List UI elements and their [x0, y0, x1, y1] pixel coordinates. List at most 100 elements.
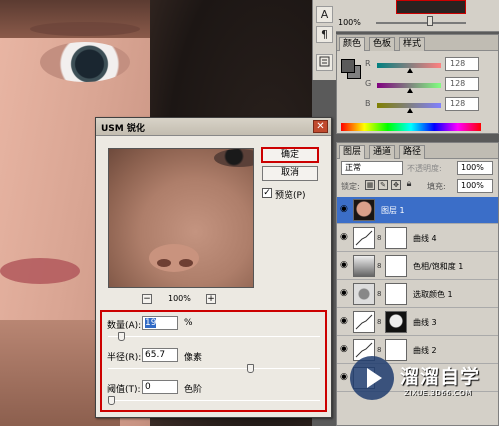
layer-row[interactable]: ◉ 8 选取颜色 1: [337, 281, 498, 308]
layer-mask-thumbnail: [385, 311, 407, 333]
layer-row[interactable]: ◉ 8 曲线 3: [337, 309, 498, 336]
eye-icon[interactable]: ◉: [340, 205, 350, 214]
layer-row[interactable]: ◉ 8 色相/饱和度 1: [337, 253, 498, 280]
link-icon: 8: [377, 290, 382, 298]
color-panel: 颜色 色板 样式 R 128 G 128 B 128: [336, 34, 499, 134]
navigator-panel: 100%: [336, 0, 499, 32]
radius-slider[interactable]: [108, 368, 320, 369]
threshold-slider[interactable]: [108, 400, 320, 401]
amount-slider-thumb[interactable]: [118, 332, 126, 341]
amount-unit: %: [184, 318, 193, 328]
eye-icon[interactable]: ◉: [340, 317, 350, 326]
navigator-slider-thumb[interactable]: [427, 16, 433, 26]
paragraph-tool-icon[interactable]: ¶: [316, 26, 333, 43]
tab-channels[interactable]: 通道: [369, 145, 396, 159]
eye-icon[interactable]: ◉: [340, 373, 350, 382]
layer-row[interactable]: ◉ 8 曲线 4: [337, 225, 498, 252]
lock-transparent-icon[interactable]: ▦: [365, 180, 375, 190]
lock-pixels-icon[interactable]: ✎: [378, 180, 388, 190]
channel-label-b: B: [365, 99, 371, 108]
usm-sharpen-dialog: USM 锐化 ✕ − 100% + 确定 取消 ✓ 预览(P) 数量(A): 1…: [95, 117, 332, 418]
cancel-button[interactable]: 取消: [262, 166, 318, 181]
tab-styles[interactable]: 样式: [399, 37, 426, 51]
link-icon: 8: [377, 234, 382, 242]
threshold-unit: 色阶: [184, 385, 203, 395]
channel-value-b[interactable]: 128: [445, 97, 479, 111]
dialog-titlebar[interactable]: USM 锐化 ✕: [96, 118, 331, 136]
layer-name: 曲线 2: [413, 346, 437, 355]
opacity-input[interactable]: 100%: [457, 161, 493, 175]
eye: [40, 42, 130, 82]
tab-paths[interactable]: 路径: [399, 145, 426, 159]
eye-icon[interactable]: ◉: [340, 233, 350, 242]
channel-value-g[interactable]: 128: [445, 77, 479, 91]
eye-icon[interactable]: ◉: [340, 261, 350, 270]
navigator-zoom-slider[interactable]: [376, 22, 466, 24]
navigator-thumbnail[interactable]: [396, 0, 466, 14]
preview-nose: [149, 244, 199, 272]
tab-color[interactable]: 颜色: [339, 37, 366, 51]
amount-input[interactable]: 19: [142, 316, 178, 330]
color-ramp[interactable]: [341, 123, 481, 131]
threshold-label: 阈值(T):: [107, 385, 141, 395]
panel-tool-icon[interactable]: [316, 54, 333, 71]
lock-row: 锁定: ▦ ✎ ✥ 🔒︎ 填充: 100%: [341, 179, 496, 195]
eye-icon[interactable]: ◉: [340, 289, 350, 298]
radius-slider-thumb[interactable]: [247, 364, 255, 373]
hue-saturation-adjustment-icon: [353, 255, 375, 277]
ok-button[interactable]: 确定: [261, 147, 319, 163]
link-icon: 8: [377, 346, 382, 354]
tab-swatches[interactable]: 色板: [369, 37, 396, 51]
blend-mode-select[interactable]: 正常: [341, 161, 403, 175]
link-icon: 8: [377, 262, 382, 270]
radius-unit: 像素: [184, 353, 203, 363]
layer-name: 图层 1: [381, 206, 405, 215]
threshold-input[interactable]: 0: [142, 380, 178, 394]
navigator-zoom-level: 100%: [338, 18, 361, 27]
watermark-logo-icon: [350, 356, 394, 400]
channel-thumb-b[interactable]: [407, 108, 413, 113]
watermark-title: 溜溜自学: [400, 366, 481, 388]
channel-label-r: R: [365, 59, 371, 68]
lock-label: 锁定:: [341, 182, 360, 191]
close-icon[interactable]: ✕: [313, 120, 328, 133]
tab-layers[interactable]: 图层: [339, 145, 366, 159]
filter-preview[interactable]: [108, 148, 254, 288]
preview-eye: [214, 149, 253, 167]
curves-adjustment-icon: [353, 311, 375, 333]
sharpen-parameters: 数量(A): 19 % 半径(R): 65.7 像素 阈值(T): 0 色阶: [100, 310, 327, 412]
layer-mask-thumbnail: [385, 227, 407, 249]
preview-checkbox-label: 预览(P): [275, 191, 306, 201]
eye-icon[interactable]: ◉: [340, 345, 350, 354]
radius-label: 半径(R):: [107, 353, 142, 363]
preview-nostril: [157, 259, 171, 267]
zoom-out-icon[interactable]: −: [142, 294, 152, 304]
layer-mask-thumbnail: [385, 255, 407, 277]
lock-position-icon[interactable]: ✥: [391, 180, 401, 190]
amount-slider[interactable]: [108, 336, 320, 337]
curves-adjustment-icon: [353, 227, 375, 249]
threshold-slider-thumb[interactable]: [108, 396, 115, 405]
zoom-in-icon[interactable]: +: [206, 294, 216, 304]
preview-zoom-level: 100%: [168, 294, 191, 303]
layer-name: 选取颜色 1: [413, 290, 453, 299]
lock-all-icon[interactable]: 🔒︎: [404, 180, 414, 190]
foreground-color-swatch[interactable]: [341, 59, 355, 73]
preview-checkbox[interactable]: ✓: [262, 188, 272, 198]
opacity-label: 不透明度:: [407, 164, 442, 173]
layer-name: 曲线 3: [413, 318, 437, 327]
eyebrow: [30, 22, 140, 36]
amount-label: 数量(A):: [107, 321, 142, 331]
tool-strip: A ¶: [312, 0, 336, 80]
radius-input[interactable]: 65.7: [142, 348, 178, 362]
color-panel-tabs: 颜色 色板 样式: [337, 35, 498, 51]
layer-mask-thumbnail: [385, 283, 407, 305]
fill-label: 填充:: [427, 182, 446, 191]
channel-thumb-g[interactable]: [407, 88, 413, 93]
layer-row[interactable]: ◉ 图层 1: [337, 197, 498, 224]
text-tool-icon[interactable]: A: [316, 6, 333, 23]
layer-thumbnail: [353, 199, 375, 221]
channel-thumb-r[interactable]: [407, 68, 413, 73]
fill-input[interactable]: 100%: [457, 179, 493, 193]
channel-value-r[interactable]: 128: [445, 57, 479, 71]
